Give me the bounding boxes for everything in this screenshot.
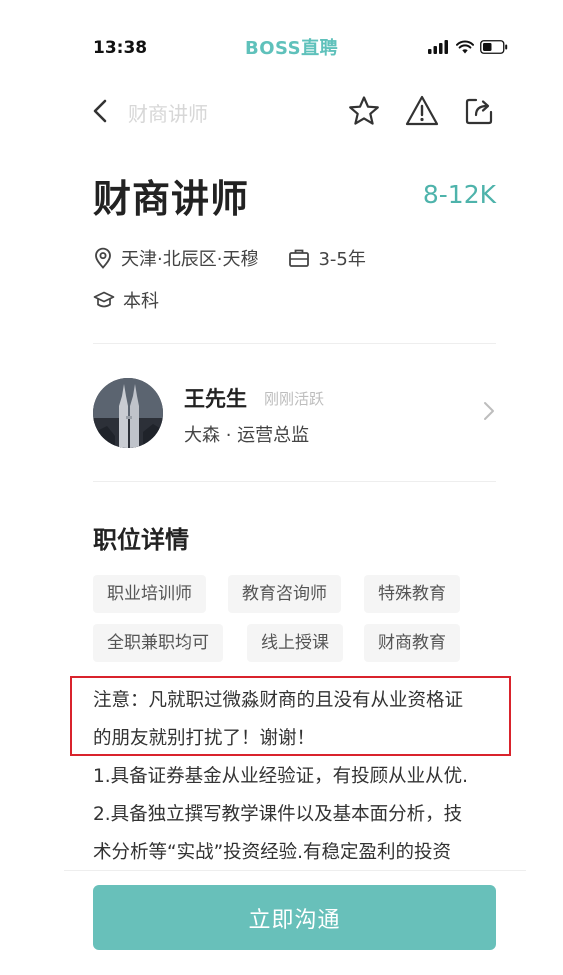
- divider: [93, 481, 496, 482]
- recruiter-avatar[interactable]: [93, 378, 163, 448]
- recruiter-name: 王先生: [184, 387, 247, 411]
- job-location: 天津·北辰区·天穆: [121, 249, 259, 270]
- chat-now-button[interactable]: 立即沟通: [93, 885, 496, 950]
- graduation-cap-icon: [93, 291, 115, 308]
- divider: [93, 343, 496, 344]
- recruiter-detail-link[interactable]: [482, 400, 496, 426]
- report-button[interactable]: [404, 94, 439, 128]
- wifi-icon: [456, 40, 474, 54]
- back-button[interactable]: [90, 96, 114, 126]
- job-tag[interactable]: 职业培训师: [93, 575, 206, 613]
- avatar-image: [93, 378, 163, 448]
- brand-logo: BOSS直聘: [245, 38, 339, 59]
- job-experience: 3-5年: [318, 249, 366, 270]
- share-icon: [465, 98, 493, 125]
- back-icon: [93, 99, 107, 123]
- share-button[interactable]: [462, 94, 496, 128]
- job-tag[interactable]: 教育咨询师: [228, 575, 341, 613]
- description-line: 1.具备证券基金从业经验证，有投顾从业从优.: [93, 766, 469, 787]
- section-title: 职位详情: [93, 526, 189, 554]
- favorite-button[interactable]: [347, 94, 381, 128]
- notice-highlight-box: [70, 676, 511, 756]
- description-line: 2.具备独立撰写教学课件以及基本面分析，技: [93, 804, 463, 825]
- chevron-right-icon: [484, 402, 494, 420]
- job-tag[interactable]: 特殊教育: [364, 575, 460, 613]
- bottom-divider: [64, 870, 526, 871]
- warning-icon: [405, 95, 439, 126]
- location-pin-icon: [95, 247, 111, 269]
- status-time: 13:38: [93, 38, 148, 58]
- job-tag[interactable]: 线上授课: [247, 624, 343, 662]
- nav-title: 财商讲师: [128, 102, 208, 126]
- job-tag[interactable]: 全职兼职均可: [93, 624, 223, 662]
- salary: 8-12K: [422, 180, 496, 209]
- star-icon: [349, 96, 379, 125]
- location-experience-row: 天津·北辰区·天穆 3-5年: [93, 245, 366, 271]
- battery-icon: [480, 40, 508, 54]
- briefcase-icon: [289, 249, 310, 267]
- recruiter-active-status: 刚刚活跃: [264, 390, 325, 408]
- status-icons: [428, 40, 508, 54]
- education-row: 本科: [93, 287, 159, 313]
- recruiter-role: 大森 · 运营总监: [184, 425, 310, 446]
- signal-icon: [428, 40, 448, 54]
- description-line: 术分析等“实战”投资经验.有稳定盈利的投资: [93, 842, 452, 863]
- job-education: 本科: [123, 291, 159, 312]
- job-title: 财商讲师: [93, 177, 250, 221]
- job-tag[interactable]: 财商教育: [364, 624, 460, 662]
